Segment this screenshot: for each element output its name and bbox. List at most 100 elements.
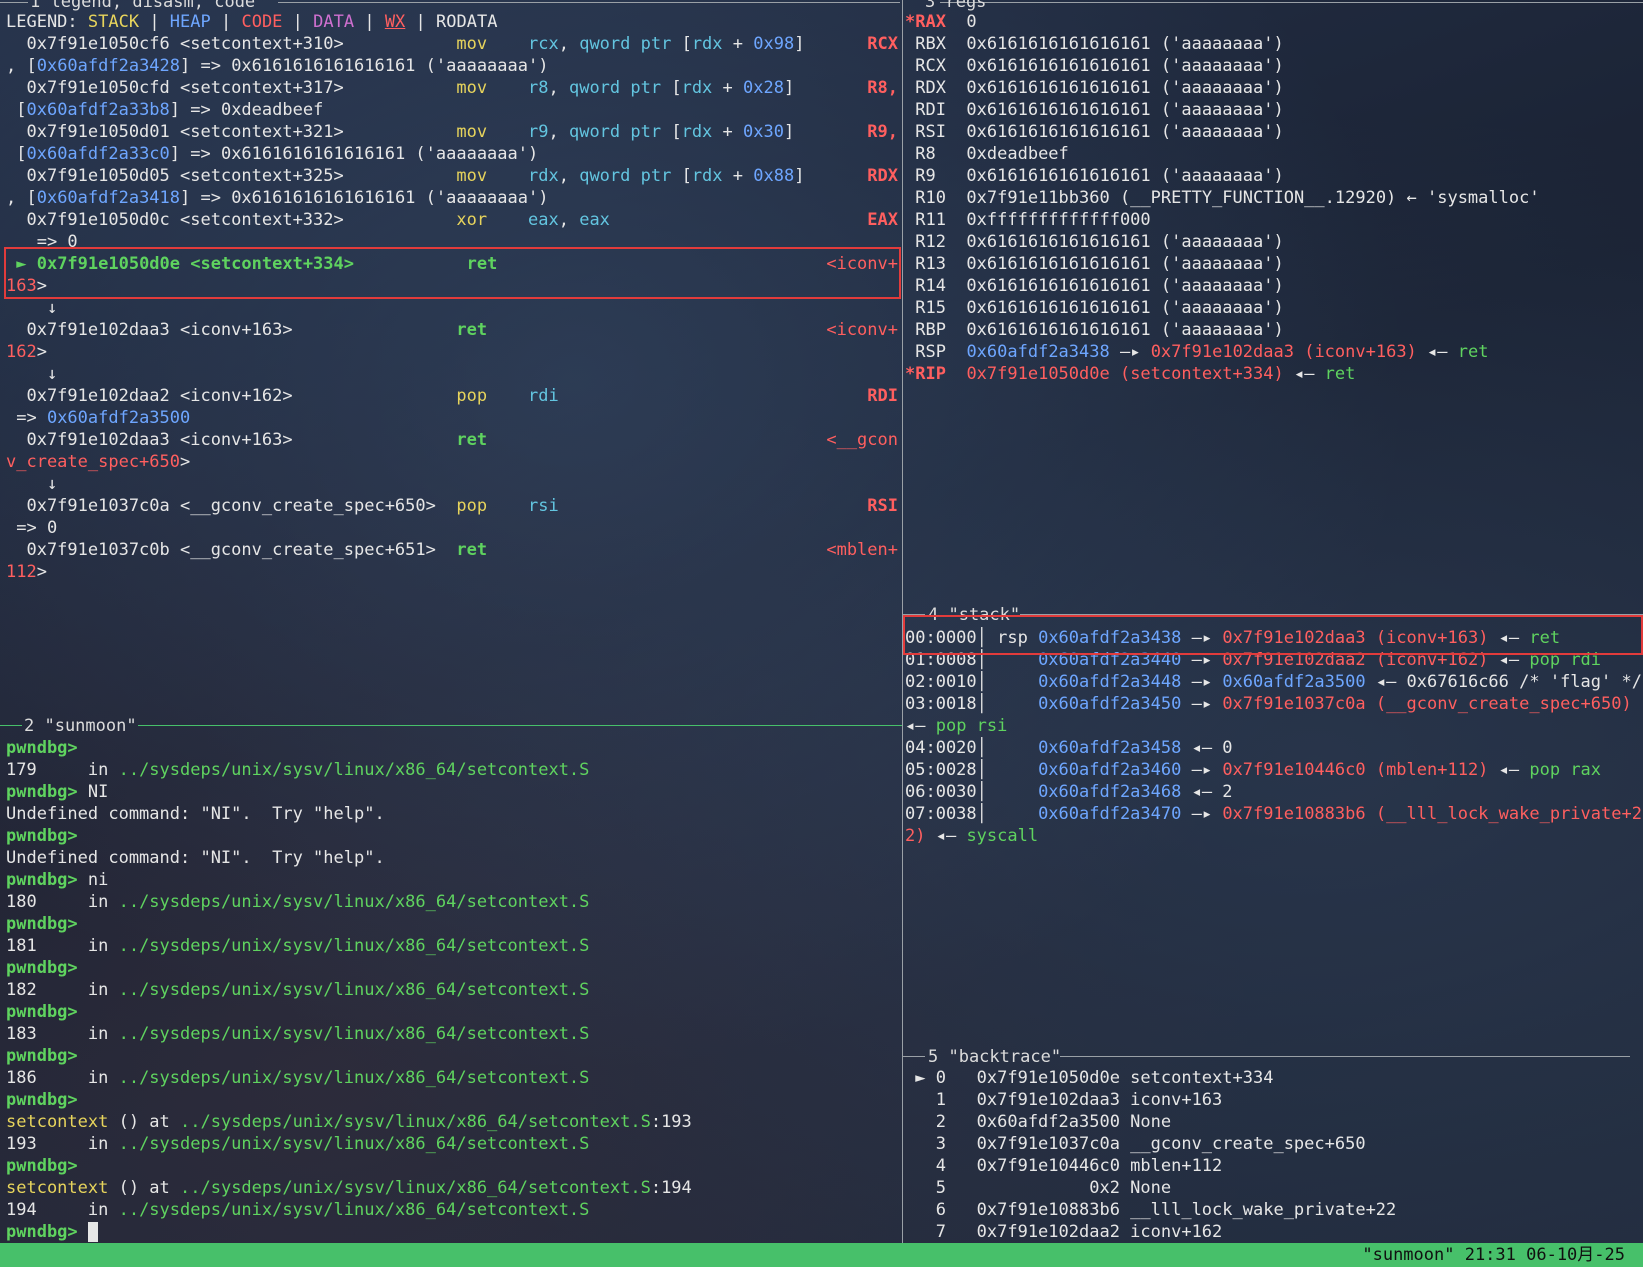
terminal-line: 182 in ../sysdeps/unix/sysv/linux/x86_64…	[6, 980, 590, 1000]
register-row: R10 0x7f91e11bb360 (__PRETTY_FUNCTION__.…	[905, 188, 1540, 208]
register-row: RSI 0x6161616161616161 ('aaaaaaaa')	[905, 122, 1284, 142]
register-row: R15 0x6161616161616161 ('aaaaaaaa')	[905, 298, 1284, 318]
stack-pane: 00:0000│ rsp 0x60afdf2a3438 —▸ 0x7f91e10…	[905, 627, 1641, 857]
disasm-line: 162>	[6, 342, 47, 362]
legend-data: DATA	[313, 12, 355, 32]
disasm-annotation: <__gcon	[826, 430, 898, 450]
disasm-annotation: RDI	[867, 386, 898, 406]
terminal-line: 183 in ../sysdeps/unix/sysv/linux/x86_64…	[6, 1024, 590, 1044]
backtrace-frame: ► 0 0x7f91e1050d0e setcontext+334	[905, 1068, 1274, 1088]
regs-lines: *RAX 0 RBX 0x6161616161616161 ('aaaaaaaa…	[905, 11, 1641, 385]
terminal-line: 193 in ../sysdeps/unix/sysv/linux/x86_64…	[6, 1134, 590, 1154]
stack-row: 04:0020│ 0x60afdf2a3458 ◂— 0	[905, 738, 1233, 758]
tmux-status-bar: "sunmoon" 21:31 06-10月-25	[0, 1243, 1643, 1267]
terminal-line: pwndbg>	[6, 914, 78, 934]
legend-wx: WX	[384, 12, 406, 32]
register-row: R11 0xfffffffffffff000	[905, 210, 1151, 230]
disasm-annotation: RCX	[867, 34, 898, 54]
disasm-line: [0x60afdf2a33b8] => 0xdeadbeef	[6, 100, 324, 120]
terminal-line: Undefined command: "NI". Try "help".	[6, 848, 385, 868]
current-instruction-highlight	[4, 247, 901, 299]
register-row: R14 0x6161616161616161 ('aaaaaaaa')	[905, 276, 1284, 296]
terminal-line: pwndbg>	[6, 738, 78, 758]
pane2-top-rule	[138, 725, 902, 726]
register-row: RSP 0x60afdf2a3438 —▸ 0x7f91e102daa3 (ic…	[905, 342, 1489, 362]
legend-code: CODE	[241, 12, 283, 32]
pane5-top-rule-left	[903, 1056, 925, 1057]
stack-row: 03:0018│ 0x60afdf2a3450 —▸ 0x7f91e1037c0…	[905, 694, 1632, 714]
disasm-line: v_create_spec+650>	[6, 452, 191, 472]
register-row: R8 0xdeadbeef	[905, 144, 1069, 164]
terminal-line: setcontext () at ../sysdeps/unix/sysv/li…	[6, 1112, 692, 1132]
disasm-annotation: <iconv+	[826, 320, 898, 340]
pane2-top-rule-left	[0, 725, 22, 726]
terminal-line: 179 in ../sysdeps/unix/sysv/linux/x86_64…	[6, 760, 590, 780]
terminal-line: pwndbg> NI	[6, 782, 109, 802]
stack-rsp-highlight	[903, 615, 1643, 655]
disasm-line: 0x7f91e1050cf6 <setcontext+310> mov rcx,…	[6, 34, 805, 54]
register-row: RBX 0x6161616161616161 ('aaaaaaaa')	[905, 34, 1284, 54]
backtrace-frame: 1 0x7f91e102daa3 iconv+163	[905, 1090, 1223, 1110]
terminal-prompt-line[interactable]: pwndbg>	[6, 1221, 900, 1243]
legend-rodata: RODATA	[436, 12, 498, 32]
register-row: RCX 0x6161616161616161 ('aaaaaaaa')	[905, 56, 1284, 76]
backtrace-frame: 2 0x60afdf2a3500 None	[905, 1112, 1172, 1132]
terminal-line: Undefined command: "NI". Try "help".	[6, 804, 385, 824]
terminal-line: pwndbg> ni	[6, 870, 109, 890]
backtrace-frame: 3 0x7f91e1037c0a __gconv_create_spec+650	[905, 1134, 1366, 1154]
pane1-top-rule-right	[278, 2, 900, 3]
terminal-line: pwndbg>	[6, 958, 78, 978]
disasm-line: 112>	[6, 562, 47, 582]
stack-row: 2) ◂— syscall	[905, 826, 1039, 846]
register-row: RBP 0x6161616161616161 ('aaaaaaaa')	[905, 320, 1284, 340]
backtrace-frame: 4 0x7f91e10446c0 mblen+112	[905, 1156, 1223, 1176]
disasm-lines: 0x7f91e1050cf6 <setcontext+310> mov rcx,…	[6, 33, 900, 583]
disasm-line: 0x7f91e1050d05 <setcontext+325> mov rdx,…	[6, 166, 805, 186]
terminal-line: pwndbg>	[6, 1156, 78, 1176]
disasm-line: 0x7f91e1050cfd <setcontext+317> mov r8, …	[6, 78, 795, 98]
stack-row: 07:0038│ 0x60afdf2a3470 —▸ 0x7f91e10883b…	[905, 804, 1641, 824]
register-row: R9 0x6161616161616161 ('aaaaaaaa')	[905, 166, 1284, 186]
terminal-line: 186 in ../sysdeps/unix/sysv/linux/x86_64…	[6, 1068, 590, 1088]
backtrace-pane: ► 0 0x7f91e1050d0e setcontext+334 1 0x7f…	[905, 1067, 1641, 1243]
backtrace-frame: 6 0x7f91e10883b6 __lll_lock_wake_private…	[905, 1200, 1397, 1220]
terminal-line: pwndbg>	[6, 1090, 78, 1110]
disasm-annotation: <mblen+	[826, 540, 898, 560]
legend-stack: STACK	[87, 12, 140, 32]
pane5-top-rule	[1060, 1056, 1630, 1057]
regs-pane: *RAX 0 RBX 0x6161616161616161 ('aaaaaaaa…	[905, 11, 1641, 401]
pane2-title[interactable]: 2 "sunmoon"	[24, 715, 137, 737]
pane3-top-rule	[940, 2, 1643, 3]
terminal-line: 194 in ../sysdeps/unix/sysv/linux/x86_64…	[6, 1200, 590, 1220]
disasm-line: 0x7f91e1037c0b <__gconv_create_spec+651>…	[6, 540, 488, 560]
terminal-line: setcontext () at ../sysdeps/unix/sysv/li…	[6, 1178, 692, 1198]
disasm-pane: LEGEND: STACK | HEAP | CODE | DATA | WX …	[6, 11, 900, 611]
register-row: *RAX 0	[905, 12, 977, 32]
terminal-line: pwndbg>	[6, 1002, 78, 1022]
stack-row: 05:0028│ 0x60afdf2a3460 —▸ 0x7f91e10446c…	[905, 760, 1602, 780]
disasm-line: 0x7f91e102daa3 <iconv+163> ret	[6, 430, 488, 450]
disasm-line: , [0x60afdf2a3418] => 0x6161616161616161…	[6, 188, 549, 208]
disasm-annotation: RDX	[867, 166, 898, 186]
disasm-annotation: RSI	[867, 496, 898, 516]
register-row: R13 0x6161616161616161 ('aaaaaaaa')	[905, 254, 1284, 274]
terminal-line: pwndbg>	[6, 1046, 78, 1066]
stack-row: 02:0010│ 0x60afdf2a3448 —▸ 0x60afdf2a350…	[905, 672, 1641, 692]
disasm-line: 0x7f91e1050d01 <setcontext+321> mov r9, …	[6, 122, 795, 142]
disasm-line: => 0x60afdf2a3500	[6, 408, 191, 428]
disasm-annotation: R8,	[867, 78, 898, 98]
pane5-title: 5 "backtrace"	[928, 1047, 1062, 1067]
disasm-line: 0x7f91e1037c0a <__gconv_create_spec+650>…	[6, 496, 559, 516]
register-row: RDI 0x6161616161616161 ('aaaaaaaa')	[905, 100, 1284, 120]
disasm-annotation: EAX	[867, 210, 898, 230]
register-row: *RIP 0x7f91e1050d0e (setcontext+334) ◂— …	[905, 364, 1356, 384]
terminal-cursor	[87, 1222, 98, 1242]
disasm-line: [0x60afdf2a33c0] => 0x6161616161616161 (…	[6, 144, 539, 164]
stack-row: ◂— pop rsi	[905, 716, 1008, 736]
legend-line: LEGEND: STACK | HEAP | CODE | DATA | WX …	[6, 12, 498, 32]
disasm-line: ↓	[6, 474, 58, 494]
register-row: RDX 0x6161616161616161 ('aaaaaaaa')	[905, 78, 1284, 98]
disasm-line: 0x7f91e102daa3 <iconv+163> ret	[6, 320, 488, 340]
disasm-line: , [0x60afdf2a3428] => 0x6161616161616161…	[6, 56, 549, 76]
terminal-pane[interactable]: pwndbg> 179 in ../sysdeps/unix/sysv/linux…	[6, 737, 900, 1243]
